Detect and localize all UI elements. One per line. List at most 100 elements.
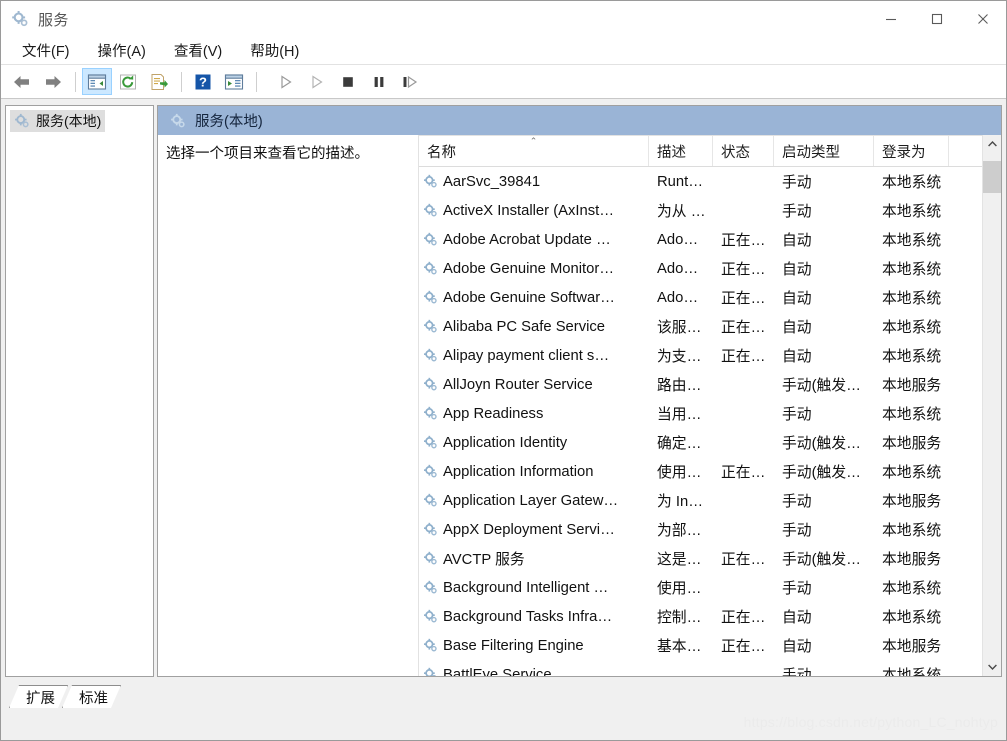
table-row[interactable]: Adobe Genuine Softwar… Ado… 正在… 自动 本地系统 <box>419 283 982 312</box>
column-description[interactable]: 描述 <box>649 136 713 166</box>
tree-item-label: 服务(本地) <box>36 113 102 129</box>
close-button[interactable] <box>960 1 1006 37</box>
column-name[interactable]: 名称 ⌃ <box>419 136 649 166</box>
table-row[interactable]: Application Layer Gatew… 为 In… 手动 本地服务 <box>419 486 982 515</box>
scroll-up-arrow-icon[interactable] <box>983 135 1001 153</box>
service-name-label: AllJoyn Router Service <box>443 376 593 393</box>
service-description: 控制… <box>657 610 702 626</box>
service-name-label: AppX Deployment Servi… <box>443 521 615 538</box>
service-description: 这是… <box>657 552 702 568</box>
tab-extended[interactable]: 扩展 <box>9 685 68 708</box>
service-gear-icon <box>423 464 438 479</box>
table-row[interactable]: Base Filtering Engine 基本… 正在… 自动 本地服务 <box>419 631 982 660</box>
service-name: AllJoyn Router Service <box>419 377 649 393</box>
service-gear-icon <box>423 551 438 566</box>
service-logon-as: 本地服务 <box>882 552 942 568</box>
table-row[interactable]: AarSvc_39841 Runt… 手动 本地系统 <box>419 167 982 196</box>
menu-file[interactable]: 文件(F) <box>13 37 79 64</box>
service-name: AarSvc_39841 <box>419 174 649 190</box>
table-row[interactable]: AVCTP 服务 这是… 正在… 手动(触发… 本地服务 <box>419 544 982 573</box>
service-gear-icon <box>423 232 438 247</box>
details-pane: 服务(本地) 选择一个项目来查看它的描述。 名称 ⌃ 描述 状态 启动类型 登录为 Aar… <box>157 105 1002 677</box>
status-bar: https://blog.csdn.net/python_LC_nohtyp <box>1 708 1006 740</box>
table-row[interactable]: App Readiness 当用… 手动 本地系统 <box>419 399 982 428</box>
table-row[interactable]: Application Information 使用… 正在… 手动(触发… 本地系统 <box>419 457 982 486</box>
maximize-button[interactable] <box>914 1 960 37</box>
start-service-icon[interactable] <box>271 68 301 95</box>
table-row[interactable]: Adobe Genuine Monitor… Ado… 正在… 自动 本地系统 <box>419 254 982 283</box>
tree-item-services-local[interactable]: 服务(本地) <box>10 110 106 132</box>
service-logon-as: 本地系统 <box>882 320 942 336</box>
service-status: 正在… <box>721 639 766 655</box>
column-description-label: 描述 <box>657 144 686 161</box>
service-name: AVCTP 服务 <box>419 548 649 569</box>
show-hide-tree-icon[interactable] <box>82 68 112 95</box>
service-status: 正在… <box>721 233 766 249</box>
scrollbar-thumb[interactable] <box>983 161 1001 193</box>
table-row[interactable]: AllJoyn Router Service 路由… 手动(触发… 本地服务 <box>419 370 982 399</box>
column-startup-type[interactable]: 启动类型 <box>774 136 874 166</box>
services-list-view: 名称 ⌃ 描述 状态 启动类型 登录为 AarSvc_39841 Runt… 手动 本地系统 Ac… <box>418 135 982 676</box>
service-gear-icon <box>423 348 438 363</box>
forward-arrow-icon[interactable] <box>38 68 68 95</box>
menu-action[interactable]: 操作(A) <box>89 37 155 64</box>
export-list-icon[interactable] <box>144 68 174 95</box>
properties-icon[interactable] <box>219 68 249 95</box>
stop-service-icon[interactable] <box>333 68 363 95</box>
service-description: 使用… <box>657 581 702 597</box>
service-startup-type: 手动(触发… <box>782 465 861 481</box>
service-startup-type: 手动(触发… <box>782 378 861 394</box>
column-logon-as[interactable]: 登录为 <box>874 136 949 166</box>
table-row[interactable]: Adobe Acrobat Update … Ado… 正在… 自动 本地系统 <box>419 225 982 254</box>
table-row[interactable]: Alipay payment client s… 为支… 正在… 自动 本地系统 <box>419 341 982 370</box>
svg-text:?: ? <box>199 74 207 89</box>
service-logon-as: 本地系统 <box>882 523 942 539</box>
restart-service-icon[interactable] <box>395 68 425 95</box>
service-startup-type: 手动 <box>782 204 812 220</box>
title-bar: 服务 <box>1 1 1006 37</box>
minimize-button[interactable] <box>868 1 914 37</box>
table-row[interactable]: AppX Deployment Servi… 为部… 手动 本地系统 <box>419 515 982 544</box>
table-row[interactable]: Background Intelligent … 使用… 手动 本地系统 <box>419 573 982 602</box>
service-gear-icon <box>423 377 438 392</box>
description-panel: 选择一个项目来查看它的描述。 <box>158 135 418 676</box>
column-startup-type-label: 启动类型 <box>782 144 840 161</box>
service-gear-icon <box>423 493 438 508</box>
table-row[interactable]: ActiveX Installer (AxInst… 为从 … 手动 本地系统 <box>419 196 982 225</box>
service-logon-as: 本地服务 <box>882 378 942 394</box>
help-icon[interactable]: ? <box>188 68 218 95</box>
pause-service-icon[interactable] <box>364 68 394 95</box>
menu-help[interactable]: 帮助(H) <box>241 37 308 64</box>
service-description: Ado… <box>657 260 699 277</box>
tab-standard[interactable]: 标准 <box>62 685 121 708</box>
service-name-label: AVCTP 服务 <box>443 552 525 568</box>
service-name: Application Layer Gatew… <box>419 493 649 509</box>
table-row[interactable]: Application Identity 确定… 手动(触发… 本地服务 <box>419 428 982 457</box>
service-name-label: AarSvc_39841 <box>443 173 541 190</box>
refresh-icon[interactable] <box>113 68 143 95</box>
table-row[interactable]: Background Tasks Infra… 控制… 正在… 自动 本地系统 <box>419 602 982 631</box>
service-name-label: Adobe Acrobat Update … <box>443 231 611 248</box>
column-name-label: 名称 <box>427 144 456 161</box>
table-row[interactable]: BattlEye Service 手动 本地系统 <box>419 660 982 676</box>
vertical-scrollbar[interactable] <box>982 135 1001 676</box>
back-arrow-icon[interactable] <box>7 68 37 95</box>
list-rows-container[interactable]: AarSvc_39841 Runt… 手动 本地系统 ActiveX Installer… <box>419 167 982 676</box>
resume-service-icon[interactable] <box>302 68 332 95</box>
column-status[interactable]: 状态 <box>713 136 774 166</box>
service-logon-as: 本地系统 <box>882 349 942 365</box>
service-gear-icon <box>423 319 438 334</box>
scroll-down-arrow-icon[interactable] <box>983 658 1001 676</box>
menu-view[interactable]: 查看(V) <box>165 37 231 64</box>
menu-bar: 文件(F) 操作(A) 查看(V) 帮助(H) <box>1 37 1006 65</box>
list-header-row: 名称 ⌃ 描述 状态 启动类型 登录为 <box>419 136 982 167</box>
service-startup-type: 手动(触发… <box>782 436 861 452</box>
service-name: Application Information <box>419 464 649 480</box>
sort-ascending-icon: ⌃ <box>529 136 538 146</box>
service-description: 为部… <box>657 523 702 539</box>
scrollbar-track[interactable] <box>983 153 1001 658</box>
pane-content: 选择一个项目来查看它的描述。 名称 ⌃ 描述 状态 启动类型 登录为 AarSvc_398… <box>158 135 1001 676</box>
table-row[interactable]: Alibaba PC Safe Service 该服… 正在… 自动 本地系统 <box>419 312 982 341</box>
service-gear-icon <box>423 580 438 595</box>
watermark-text: https://blog.csdn.net/python_LC_nohtyp <box>743 714 998 730</box>
